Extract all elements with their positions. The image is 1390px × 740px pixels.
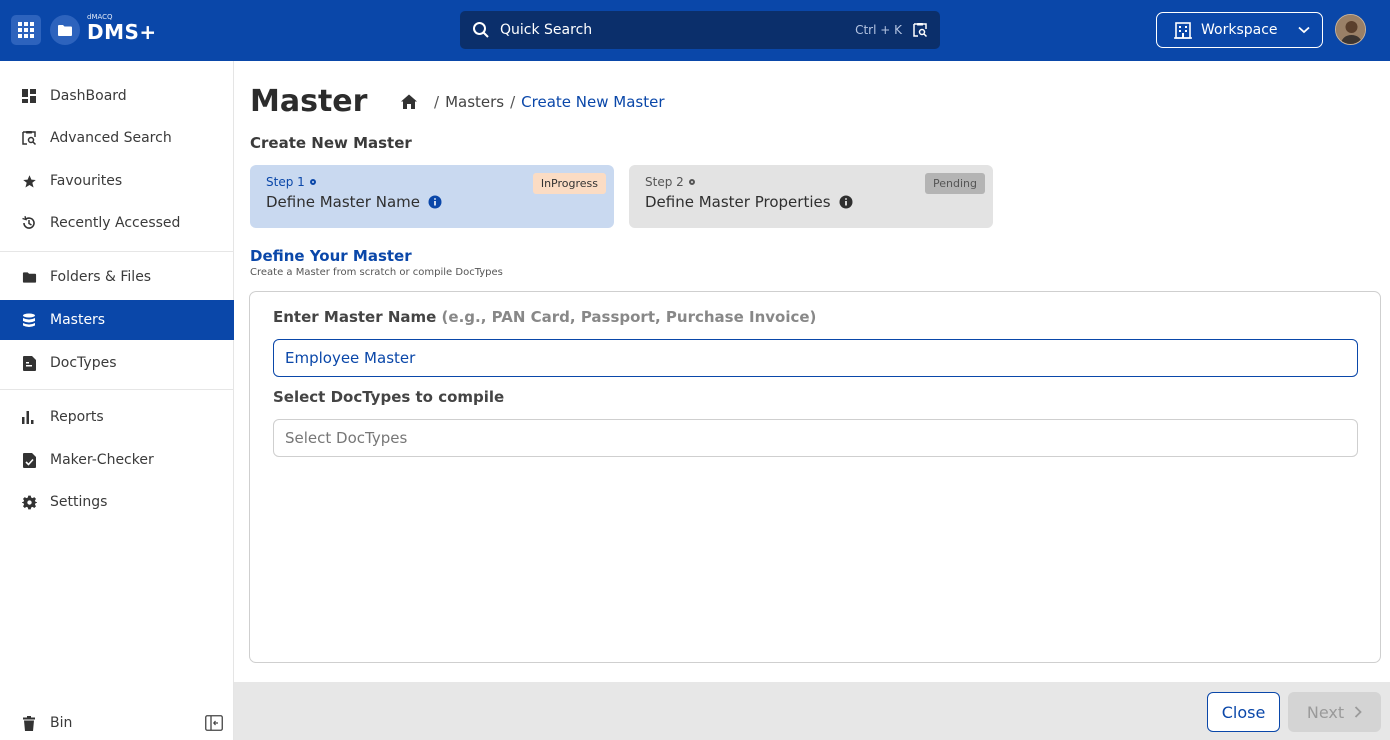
master-name-value: Employee Master [285,349,416,367]
sidebar-item-recently-accessed[interactable]: Recently Accessed [0,203,234,243]
breadcrumb-separator: / [510,93,516,111]
step-name-text: Define Master Name [266,193,420,211]
dashboard-icon [20,87,38,105]
breadcrumb-masters[interactable]: Masters [445,93,504,111]
doctypes-label: Select DocTypes to compile [273,388,505,406]
sidebar-item-label: DocTypes [50,355,117,371]
breadcrumb-current: Create New Master [521,93,665,111]
sidebar-item-label: Folders & Files [50,269,152,285]
step-dot-icon [309,179,316,185]
workspace-dropdown[interactable]: Workspace [1156,12,1323,48]
checker-icon [20,451,38,469]
define-title: Define Your Master [250,247,412,265]
sidebar-item-label: Advanced Search [50,130,172,146]
bar-chart-icon [20,408,38,426]
chevron-right-icon [1355,706,1362,718]
next-button[interactable]: Next [1288,692,1381,732]
advanced-search-icon [20,129,38,147]
home-icon[interactable] [400,93,418,111]
breadcrumb: / Masters / Create New Master [400,93,665,111]
close-button[interactable]: Close [1207,692,1280,732]
step-name-text: Define Master Properties [645,193,831,211]
step-dot-icon [688,179,695,185]
sidebar-item-label: Masters [50,312,106,328]
top-header: dMACQ DMS+ Quick Search Ctrl + K Workspa… [0,0,1390,61]
sidebar: DashBoard Advanced Search Favourites Rec… [0,61,234,740]
sidebar-divider [0,389,234,390]
quick-search-bar[interactable]: Quick Search Ctrl + K [460,11,940,49]
sidebar-item-dashboard[interactable]: DashBoard [0,76,234,116]
info-icon[interactable] [839,195,853,209]
collapse-sidebar-icon[interactable] [205,715,223,731]
step-number: Step 2 [645,175,684,189]
doctypes-placeholder: Select DocTypes [285,429,408,447]
sidebar-item-label: Maker-Checker [50,452,154,468]
trash-icon [20,714,38,732]
sidebar-item-label: DashBoard [50,88,127,104]
sidebar-item-label: Bin [50,715,73,731]
database-icon [20,311,38,329]
step-name: Define Master Properties [645,193,977,211]
master-form-card: Enter Master Name (e.g., PAN Card, Passp… [249,291,1381,663]
sidebar-item-doctypes[interactable]: DocTypes [0,343,234,383]
document-search-icon[interactable] [912,22,928,38]
building-icon [1174,22,1192,39]
doctype-icon [20,354,38,372]
history-icon [20,214,38,232]
gear-icon [20,493,38,511]
breadcrumb-separator: / [434,93,440,111]
logo-main-text: DMS+ [87,20,157,44]
step-1-card[interactable]: Step 1 Define Master Name InProgress [250,165,614,228]
master-name-hint: (e.g., PAN Card, Passport, Purchase Invo… [441,308,817,326]
step-number: Step 1 [266,175,305,189]
master-name-input[interactable]: Employee Master [273,339,1358,377]
info-icon[interactable] [428,195,442,209]
step-2-card[interactable]: Step 2 Define Master Properties Pending [629,165,993,228]
search-label: Quick Search [500,22,593,38]
folder-logo-icon [50,15,80,45]
step-name: Define Master Name [266,193,598,211]
status-badge: InProgress [532,173,606,194]
app-logo[interactable]: dMACQ DMS+ [87,13,157,43]
next-button-label: Next [1306,702,1345,722]
sidebar-item-advanced-search[interactable]: Advanced Search [0,118,234,158]
search-shortcut: Ctrl + K [855,23,902,37]
user-avatar[interactable] [1335,14,1366,45]
master-name-label-text: Enter Master Name [273,308,437,326]
sidebar-item-label: Reports [50,409,104,425]
sidebar-item-maker-checker[interactable]: Maker-Checker [0,440,234,480]
status-badge: Pending [925,173,985,194]
sidebar-item-favourites[interactable]: Favourites [0,161,234,201]
sidebar-divider [0,251,234,252]
sidebar-item-label: Recently Accessed [50,215,181,231]
sidebar-item-reports[interactable]: Reports [0,397,234,437]
star-icon [20,172,38,190]
apps-grid-icon[interactable] [11,15,41,45]
sidebar-item-settings[interactable]: Settings [0,482,234,522]
sidebar-item-bin[interactable]: Bin [0,703,234,740]
search-icon [473,22,489,38]
folder-icon [20,268,38,286]
section-subtitle: Create New Master [250,134,412,152]
master-name-label: Enter Master Name (e.g., PAN Card, Passp… [273,308,816,326]
sidebar-item-label: Favourites [50,173,123,189]
workspace-label: Workspace [1201,22,1278,38]
doctypes-select[interactable]: Select DocTypes [273,419,1358,457]
page-title: Master [250,84,368,119]
sidebar-item-label: Settings [50,494,108,510]
sidebar-item-folders-files[interactable]: Folders & Files [0,257,234,297]
sidebar-item-masters[interactable]: Masters [0,300,234,340]
define-subtitle: Create a Master from scratch or compile … [250,267,503,278]
chevron-down-icon [1298,26,1310,34]
